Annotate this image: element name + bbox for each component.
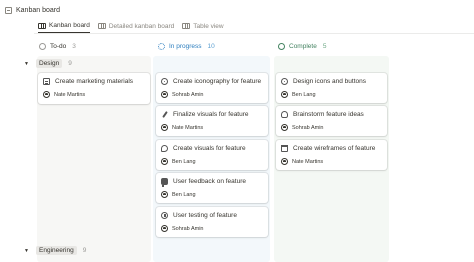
tab-label: Detailed kanban board xyxy=(108,22,175,30)
card-assignee: Sohrab Amin xyxy=(172,91,204,98)
test-icon xyxy=(161,212,168,219)
avatar xyxy=(43,91,50,98)
card-title: Create wireframes of feature xyxy=(293,145,376,152)
column-label: To-do xyxy=(50,43,67,50)
group-header-design[interactable]: ▼ Design 9 xyxy=(24,59,72,68)
card[interactable]: Design icons and buttons Ben Lang xyxy=(276,73,387,103)
card-title: Create visuals for feature xyxy=(173,145,246,152)
card-title: Brainstorm feature ideas xyxy=(293,111,364,118)
card-title: User testing of feature xyxy=(173,212,237,219)
card-title: Design icons and buttons xyxy=(293,78,366,85)
speech-bubble-icon xyxy=(161,178,168,187)
caret-down-icon[interactable]: ▼ xyxy=(24,61,30,67)
group-label: Design xyxy=(36,59,63,68)
card-assignee: Nate Martins xyxy=(172,124,204,131)
card-assignee: Sohrab Amin xyxy=(292,124,324,131)
card-assignee: Nate Martins xyxy=(292,158,324,165)
group-count: 9 xyxy=(82,247,87,254)
card[interactable]: Brainstorm feature ideas Sohrab Amin xyxy=(276,106,387,136)
card-title: Create marketing materials xyxy=(55,78,134,85)
card[interactable]: Create visuals for feature Ben Lang xyxy=(156,140,268,170)
group-header-engineering[interactable]: ▼ Engineering 9 xyxy=(24,246,86,255)
card-assignee: Sohrab Amin xyxy=(172,225,204,232)
document-icon xyxy=(43,78,50,85)
tab-kanban-board[interactable]: Kanban board xyxy=(38,19,90,33)
avatar xyxy=(161,191,168,198)
card[interactable]: Create wireframes of feature Nate Martin… xyxy=(276,140,387,170)
card-assignee: Nate Martins xyxy=(54,91,86,98)
card[interactable]: User feedback on feature Ben Lang xyxy=(156,173,268,203)
tab-table-view[interactable]: Table view xyxy=(182,19,224,33)
card-assignee: Ben Lang xyxy=(172,158,196,165)
board-view-icon xyxy=(38,22,46,29)
tabs-divider xyxy=(34,33,474,34)
trash-icon xyxy=(281,145,288,152)
card-title: Finalize visuals for feature xyxy=(173,111,249,118)
board-view-icon xyxy=(97,23,106,29)
status-in-progress-icon xyxy=(158,43,165,50)
window-titlebar: Kanban board xyxy=(5,4,60,16)
column-count: 10 xyxy=(207,43,215,50)
card-assignee: Ben Lang xyxy=(172,191,196,198)
card[interactable]: Create marketing materials Nate Martins xyxy=(38,73,150,104)
tab-detailed-kanban-board[interactable]: Detailed kanban board xyxy=(97,19,175,33)
group-label: Engineering xyxy=(36,246,77,255)
palette-icon xyxy=(161,145,168,152)
column-count: 3 xyxy=(72,43,76,50)
gear-icon xyxy=(161,78,168,85)
column-header-complete[interactable]: Complete 5 xyxy=(278,40,326,53)
avatar xyxy=(161,158,168,165)
card-title: User feedback on feature xyxy=(173,178,246,185)
card[interactable]: Finalize visuals for feature Nate Martin… xyxy=(156,106,268,136)
tab-label: Table view xyxy=(193,22,224,30)
board-icon xyxy=(5,6,12,14)
status-todo-icon xyxy=(39,43,46,50)
column-label: Complete xyxy=(289,43,317,50)
card[interactable]: User testing of feature Sohrab Amin xyxy=(156,207,268,237)
caret-down-icon[interactable]: ▼ xyxy=(24,248,30,254)
table-view-icon xyxy=(182,23,191,29)
card-assignee: Ben Lang xyxy=(292,91,316,98)
avatar xyxy=(281,91,288,98)
avatar xyxy=(281,124,288,131)
card[interactable]: Create iconography for feature Sohrab Am… xyxy=(156,73,268,103)
card-title: Create iconography for feature xyxy=(173,78,262,85)
avatar xyxy=(161,124,168,131)
pen-icon xyxy=(161,111,168,118)
tab-label: Kanban board xyxy=(49,22,90,29)
column-header-todo[interactable]: To-do 3 xyxy=(39,40,76,53)
group-count: 9 xyxy=(68,60,72,67)
avatar xyxy=(161,91,168,98)
avatar xyxy=(281,158,288,165)
column-header-in-progress[interactable]: In progress 10 xyxy=(158,40,215,53)
avatar xyxy=(161,225,168,232)
column-count: 5 xyxy=(322,43,327,50)
status-complete-icon xyxy=(278,43,285,50)
view-tabs: Kanban board Detailed kanban board Table… xyxy=(38,19,224,33)
window-title: Kanban board xyxy=(16,6,60,14)
column-label: In progress xyxy=(169,43,202,50)
lightbulb-icon xyxy=(281,111,288,118)
gear-icon xyxy=(281,78,288,85)
